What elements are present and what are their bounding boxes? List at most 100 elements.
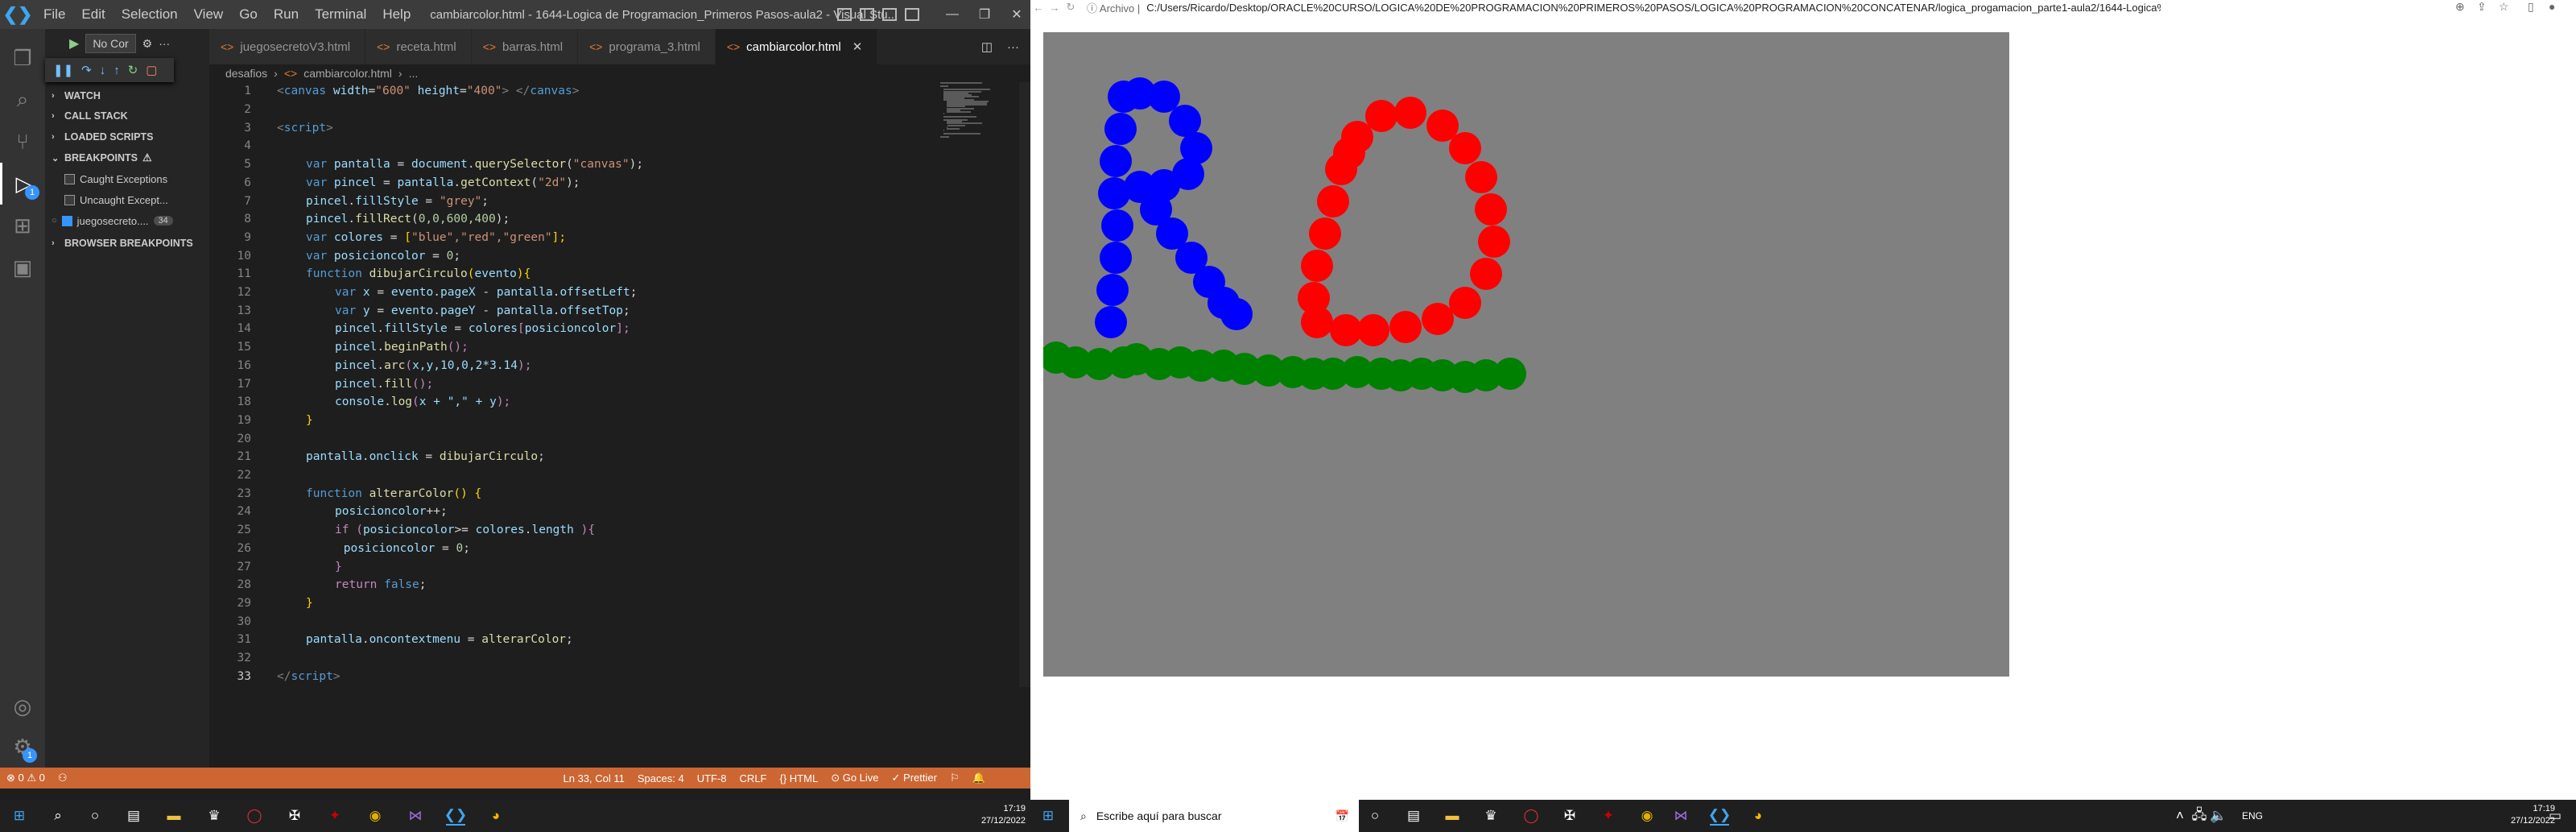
taskbar-search-box[interactable]: ⌕ Escribe aquí para buscar 📅 (1069, 800, 1359, 832)
chrome-icon[interactable]: ◕ (486, 806, 506, 826)
menu-edit[interactable]: Edit (73, 6, 113, 23)
line-number[interactable]: 13 (209, 304, 251, 317)
url-field[interactable]: C:/Users/Ricardo/Desktop/ORACLE%20CURSO/… (1146, 2, 2161, 14)
task-view-icon[interactable]: ▤ (1404, 806, 1423, 826)
tab-programa3[interactable]: <> programa_3.html (578, 29, 716, 64)
code-line[interactable]: 26 posicioncolor = 0; (209, 540, 470, 558)
search-icon[interactable]: ⌕ (0, 79, 45, 121)
breadcrumb-file[interactable]: cambiarcolor.html (303, 67, 392, 80)
notifications-icon[interactable]: ▭ (2545, 806, 2565, 826)
prettier-button[interactable]: ✓ Prettier (886, 772, 943, 784)
code-line[interactable]: 8 pincel.fillRect(0,0,600,400); (209, 210, 510, 229)
code-line[interactable]: 23 function alterarColor() { (209, 484, 482, 503)
open-launch-gear-icon[interactable]: ⚙ (142, 37, 153, 51)
line-number[interactable]: 22 (209, 469, 251, 482)
code-line[interactable]: 9 var colores = ["blue","red","green"]; (209, 229, 566, 247)
info-icon[interactable]: ⓘ Archivo | (1087, 0, 1140, 15)
line-number[interactable]: 16 (209, 359, 251, 372)
feedback-icon[interactable]: ⚐ (943, 772, 966, 784)
toggle-sidebar-icon[interactable] (837, 8, 852, 21)
close-tab-icon[interactable]: ✕ (852, 39, 863, 54)
line-number[interactable]: 4 (209, 139, 251, 152)
bp-juegosecreto[interactable]: ○ juegosecreto.... 34 (52, 211, 173, 230)
network-icon[interactable]: 🖧 (2190, 806, 2209, 826)
app-icon[interactable]: ♛ (204, 806, 224, 826)
menu-terminal[interactable]: Terminal (307, 6, 374, 23)
section-watch[interactable]: › WATCH (45, 85, 209, 106)
code-line[interactable]: 11 function dibujarCirculo(evento){ (209, 265, 531, 284)
line-number[interactable]: 1 (209, 85, 251, 97)
share-icon[interactable]: ⇪ (2477, 0, 2487, 14)
code-line[interactable]: 22 (209, 466, 251, 485)
xbox-icon[interactable]: ◉ (1637, 806, 1657, 826)
line-number[interactable]: 33 (209, 670, 251, 683)
line-number[interactable]: 5 (209, 158, 251, 171)
code-line[interactable]: 14 pincel.fillStyle = colores[posicioncol… (209, 320, 630, 338)
breadcrumb-folder[interactable]: desafios (225, 67, 267, 80)
chrome-icon[interactable]: ◕ (1748, 806, 1768, 826)
menu-view[interactable]: View (186, 6, 232, 23)
remote-explorer-icon[interactable]: ▣ (0, 246, 45, 288)
zoom-icon[interactable]: ⊕ (2455, 0, 2465, 14)
line-number[interactable]: 28 (209, 578, 251, 591)
encoding[interactable]: UTF-8 (691, 772, 733, 784)
checkbox[interactable] (61, 215, 72, 226)
line-number[interactable]: 10 (209, 250, 251, 263)
vscode-taskbar-icon[interactable]: ❮❯ (1708, 806, 1731, 826)
notifications-bell-icon[interactable]: 🔔 (966, 772, 992, 784)
pause-icon[interactable]: ❚❚ (53, 63, 73, 77)
line-number[interactable]: 9 (209, 231, 251, 244)
line-number[interactable]: 14 (209, 322, 251, 335)
code-line[interactable]: 33 </script> (209, 667, 341, 685)
split-editor-icon[interactable]: ◫ (981, 39, 993, 54)
menu-go[interactable]: Go (231, 6, 266, 23)
breadcrumb-symbol[interactable]: ... (409, 67, 419, 80)
code-editor[interactable]: 1 <canvas width="600" height="400"> </can… (209, 82, 1014, 687)
file-explorer-icon[interactable]: ▬ (1443, 806, 1462, 826)
code-line[interactable]: 18 console.log(x + "," + y); (209, 393, 511, 412)
file-explorer-icon[interactable]: ▬ (164, 806, 184, 826)
tab-barras[interactable]: <> barras.html (471, 29, 579, 64)
line-number[interactable]: 24 (209, 505, 251, 518)
line-number[interactable]: 17 (209, 378, 251, 391)
canvas-drawing[interactable] (1043, 32, 2009, 677)
code-line[interactable]: 29} (209, 594, 313, 613)
editor-more-icon[interactable]: ··· (1007, 40, 1019, 54)
code-line[interactable]: 5 var pantalla = document.querySelector("… (209, 155, 643, 174)
reload-icon[interactable]: ↻ (1063, 1, 1079, 14)
line-number[interactable]: 8 (209, 213, 251, 226)
game-icon[interactable]: ✠ (285, 806, 304, 826)
xbox-icon[interactable]: ◉ (365, 806, 385, 826)
code-line[interactable]: 24 posicioncolor++; (209, 503, 448, 521)
code-line[interactable]: 28 return false; (209, 576, 427, 594)
bp-uncaught-exceptions[interactable]: Uncaught Except... (64, 190, 168, 209)
cortana-icon[interactable]: ○ (85, 806, 105, 826)
account-icon[interactable]: ◎ (0, 685, 45, 727)
tab-cambiarcolor[interactable]: <> cambiarcolor.html ✕ (715, 29, 878, 64)
menu-help[interactable]: Help (374, 6, 419, 23)
code-line[interactable]: 15 pincel.beginPath(); (209, 338, 469, 357)
line-number[interactable]: 20 (209, 433, 251, 445)
step-out-icon[interactable]: ↑ (114, 64, 120, 77)
line-number[interactable]: 18 (209, 395, 251, 408)
problems-indicator[interactable]: ⊗ 0 ⚠ 0 (0, 772, 52, 784)
source-control-icon[interactable]: ⑂ (0, 121, 45, 163)
line-number[interactable]: 6 (209, 176, 251, 189)
code-line[interactable]: 6 var pincel = pantalla.getContext("2d"); (209, 174, 580, 192)
line-number[interactable]: 25 (209, 524, 251, 536)
code-line[interactable]: 30 (209, 612, 251, 631)
section-call-stack[interactable]: › CALL STACK (45, 106, 209, 126)
line-number[interactable]: 29 (209, 597, 251, 610)
vscode-taskbar-icon[interactable]: ❮❯ (444, 806, 467, 826)
code-line[interactable]: 4 (209, 137, 251, 155)
section-breakpoints[interactable]: ⌄ BREAKPOINTS ⚠ (45, 147, 209, 168)
minimap[interactable] (940, 82, 1018, 139)
menu-selection[interactable]: Selection (114, 6, 186, 23)
extensions-icon[interactable]: ⊞ (0, 205, 45, 246)
line-number[interactable]: 3 (209, 122, 251, 135)
toggle-secondary-sidebar-icon[interactable] (882, 8, 897, 21)
windows-start-icon[interactable]: ⊞ (10, 806, 29, 826)
volume-icon[interactable]: 🔈 (2209, 806, 2228, 826)
visual-studio-icon[interactable]: ⋈ (1671, 806, 1690, 826)
section-loaded-scripts[interactable]: › LOADED SCRIPTS (45, 126, 209, 147)
